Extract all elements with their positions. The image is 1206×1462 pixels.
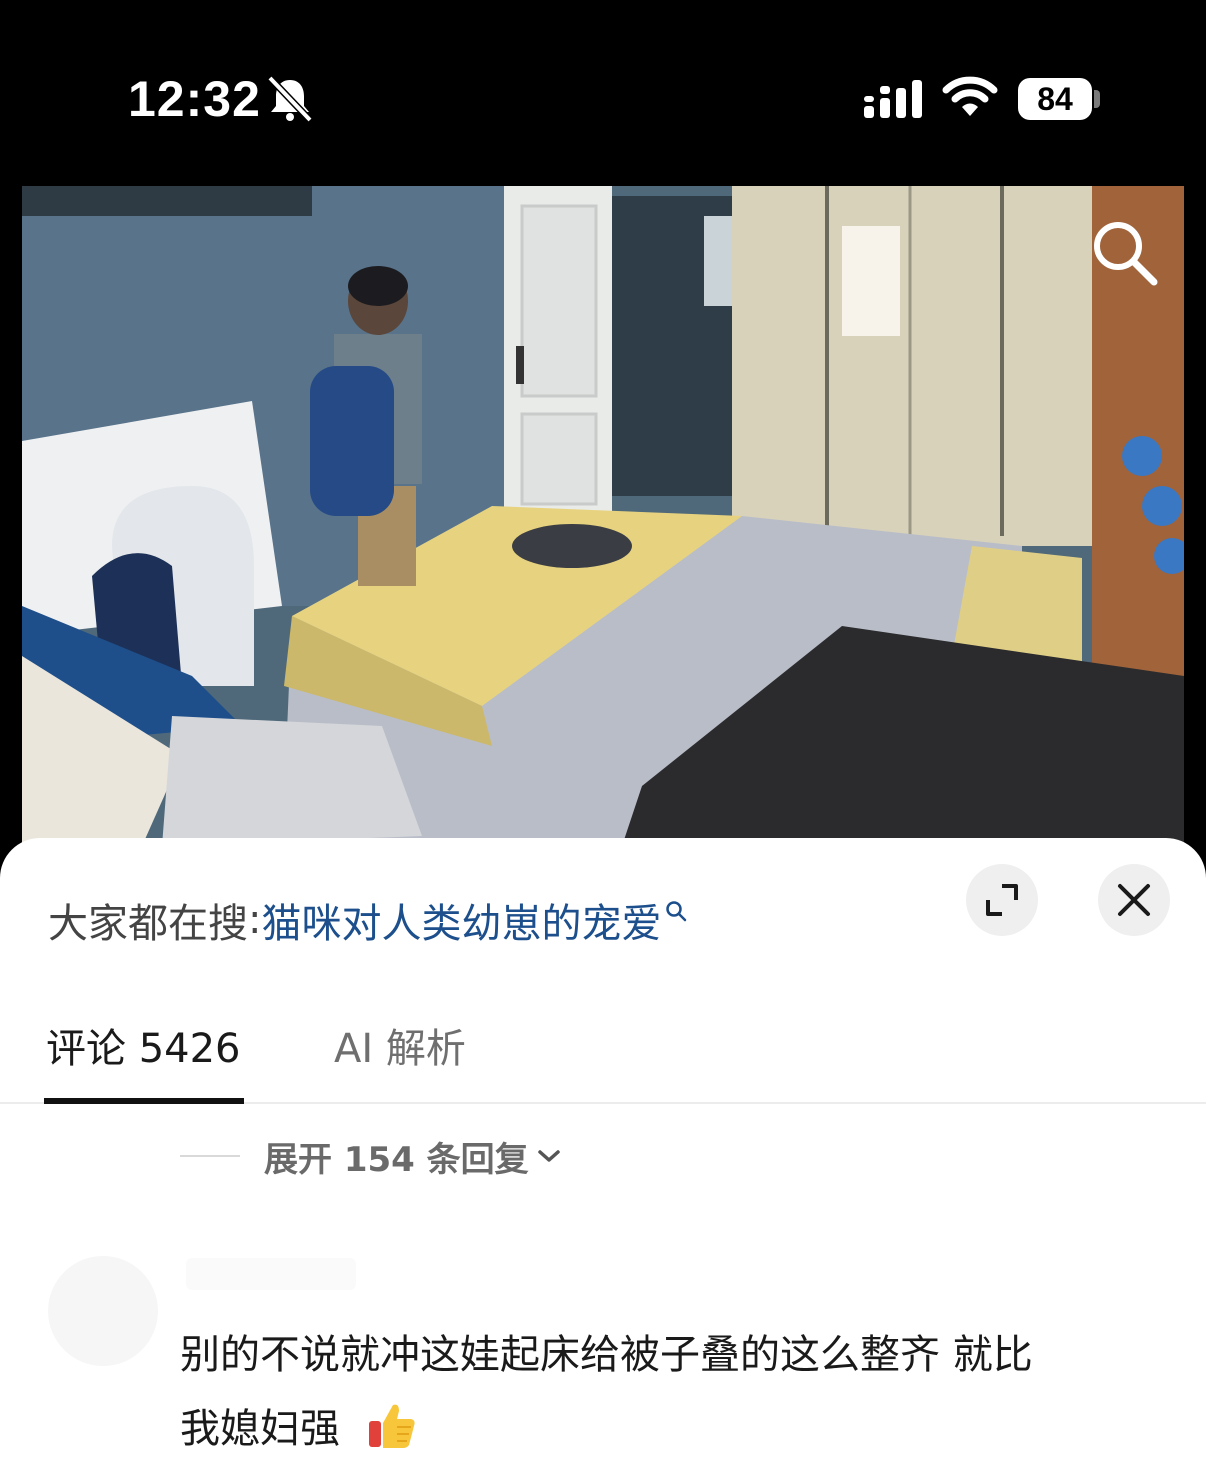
signal-icon — [864, 80, 922, 118]
battery-icon: 84 — [1018, 78, 1092, 120]
search-icon[interactable] — [1088, 216, 1162, 290]
username[interactable] — [186, 1258, 356, 1290]
search-suggestion[interactable]: 大家都在搜 : 猫咪对人类幼崽的宠爱 — [48, 890, 687, 950]
comment-line-2-row: 我媳妇强 — [180, 1392, 1140, 1462]
thumbs-up-icon — [368, 1404, 415, 1448]
expand-button[interactable] — [966, 864, 1038, 936]
comment-sheet: 大家都在搜 : 猫咪对人类幼崽的宠爱 评论 5426 AI 解析 展开 154 … — [0, 838, 1206, 1462]
battery-nub — [1094, 90, 1100, 108]
video-player[interactable] — [22, 186, 1184, 846]
avatar[interactable] — [48, 1256, 158, 1366]
expand-icon — [986, 884, 1018, 916]
wifi-icon — [942, 76, 998, 116]
search-suggestion-prefix: 大家都在搜 — [48, 901, 248, 947]
expand-replies-label: 展开 154 条回复 — [264, 1139, 529, 1180]
divider-line — [180, 1155, 240, 1157]
status-time: 12:32 — [128, 71, 261, 127]
tab-bar: 评论 5426 AI 解析 — [0, 1016, 1206, 1104]
search-suggestion-colon: : — [248, 897, 262, 943]
search-suggestion-link[interactable]: 猫咪对人类幼崽的宠爱 — [261, 891, 661, 949]
phone-screen: 12:32 84 大家都在搜: 猫咪对人类幼崽的宠爱 评论 5426 AI 解… — [0, 0, 1206, 1462]
tab-ai-analysis[interactable]: AI 解析 — [334, 1016, 466, 1074]
close-icon — [1118, 884, 1150, 916]
video-frame — [22, 186, 1184, 846]
chevron-down-icon — [537, 1150, 560, 1162]
comment-line-1: 别的不说就冲这娃起床给被子叠的这么整齐 就比 — [180, 1332, 1033, 1378]
comment-text: 别的不说就冲这娃起床给被子叠的这么整齐 就比 我媳妇强 — [180, 1318, 1140, 1462]
bell-slash-icon — [267, 76, 313, 122]
search-icon — [666, 901, 687, 922]
active-tab-indicator — [44, 1098, 244, 1104]
close-button[interactable] — [1098, 864, 1170, 936]
tab-comments[interactable]: 评论 5426 — [46, 1016, 241, 1074]
comment-line-2: 我媳妇强 — [180, 1406, 340, 1452]
expand-replies-button[interactable]: 展开 154 条回复 — [180, 1134, 561, 1180]
status-bar: 12:32 84 — [0, 0, 1206, 186]
